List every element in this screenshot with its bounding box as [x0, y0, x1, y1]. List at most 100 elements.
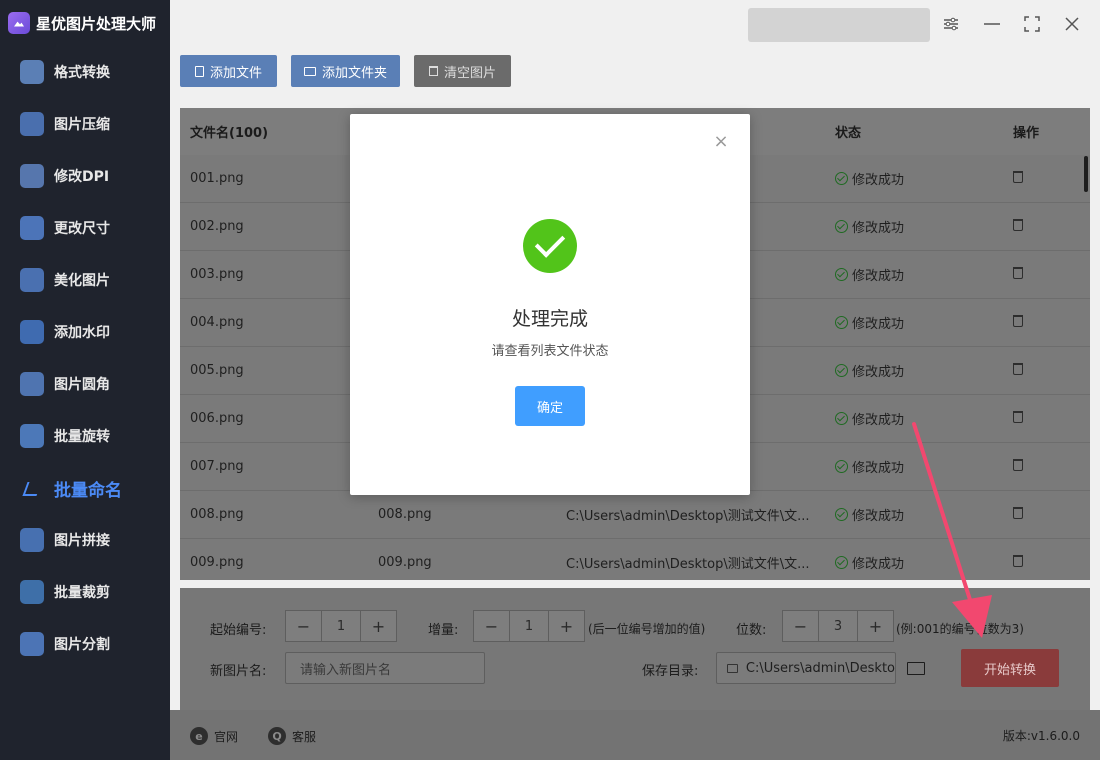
digits-value[interactable]: 3 [818, 611, 858, 641]
sidebar-item-rotate[interactable]: 批量旋转 [0, 410, 170, 462]
status-text: 修改成功 [852, 557, 905, 572]
trash-icon [1013, 266, 1023, 279]
increment-stepper: − 1 + [473, 610, 585, 642]
sidebar-item-beautify[interactable]: 美化图片 [0, 254, 170, 306]
delete-row-button[interactable] [1013, 362, 1023, 379]
sidebar-item-round-corner[interactable]: 图片圆角 [0, 358, 170, 410]
file-icon [194, 65, 204, 77]
status-cell: 修改成功 [835, 265, 904, 284]
website-link[interactable]: e 官网 [190, 727, 238, 745]
folder-icon [727, 663, 738, 673]
sidebar-item-compress[interactable]: 图片压缩 [0, 98, 170, 150]
sidebar-item-watermark[interactable]: 添加水印 [0, 306, 170, 358]
check-circle-icon [835, 220, 848, 233]
add-file-button[interactable]: 添加文件 [180, 55, 277, 87]
check-circle-icon [835, 556, 848, 569]
sidebar-item-resize[interactable]: 更改尺寸 [0, 202, 170, 254]
sidebar-item-label: 批量旋转 [54, 429, 110, 445]
check-circle-icon [835, 172, 848, 185]
header-status: 状态 [835, 126, 862, 141]
confirm-button[interactable]: 确定 [515, 386, 585, 426]
start-plus-button[interactable]: + [361, 611, 396, 641]
beautify-icon [20, 268, 44, 292]
save-dir-field[interactable]: C:\Users\admin\Deskto [716, 652, 896, 684]
filename-cell: 008.png [190, 507, 244, 522]
save-dir-value: C:\Users\admin\Deskto [745, 660, 895, 676]
watermark-icon [20, 320, 44, 344]
add-folder-button[interactable]: 添加文件夹 [291, 55, 400, 87]
delete-row-button[interactable] [1013, 170, 1023, 187]
app-logo-icon [8, 12, 30, 34]
filename-cell: 007.png [190, 459, 244, 474]
trash-icon [1013, 314, 1023, 327]
delete-row-button[interactable] [1013, 410, 1023, 427]
filename-cell: 009.png [190, 555, 244, 570]
completion-dialog: × 处理完成 请查看列表文件状态 确定 [350, 114, 750, 495]
titlebar-search-box[interactable] [748, 8, 930, 42]
support-icon: Q [268, 727, 286, 745]
start-number-value[interactable]: 1 [321, 611, 361, 641]
delete-row-button[interactable] [1013, 266, 1023, 283]
folder-icon [303, 66, 316, 76]
minimize-icon[interactable] [977, 10, 1007, 38]
sidebar-item-label: 批量命名 [54, 480, 122, 501]
sidebar-item-split[interactable]: 图片分割 [0, 618, 170, 670]
delete-row-button[interactable] [1013, 314, 1023, 331]
support-label: 客服 [292, 729, 317, 744]
settings-icon[interactable] [936, 10, 966, 38]
filename-cell: 003.png [190, 267, 244, 282]
add-folder-label: 添加文件夹 [321, 65, 387, 81]
sidebar-item-dpi[interactable]: 修改DPI [0, 150, 170, 202]
status-text: 修改成功 [852, 461, 905, 476]
new-name-label: 新图片名: [210, 664, 267, 679]
sidebar-item-label: 格式转换 [54, 65, 110, 81]
table-scrollbar[interactable] [1084, 156, 1088, 192]
status-text: 修改成功 [852, 269, 905, 284]
trash-icon [1013, 458, 1023, 471]
table-row[interactable]: 008.png 008.png C:\Users\admin\Desktop\测试文… [180, 491, 1090, 539]
dialog-message: 请查看列表文件状态 [491, 344, 609, 359]
increment-plus-button[interactable]: + [549, 611, 584, 641]
sidebar-item-crop[interactable]: 批量裁剪 [0, 566, 170, 618]
status-cell: 修改成功 [835, 409, 904, 428]
delete-row-button[interactable] [1013, 458, 1023, 475]
sidebar-item-format-convert[interactable]: 格式转换 [0, 46, 170, 98]
status-cell: 修改成功 [835, 313, 904, 332]
delete-row-button[interactable] [1013, 218, 1023, 235]
filename-cell: 006.png [190, 411, 244, 426]
filename-cell: 002.png [190, 219, 244, 234]
sidebar-item-label: 图片分割 [54, 637, 110, 653]
digits-plus-button[interactable]: + [858, 611, 893, 641]
increment-value[interactable]: 1 [509, 611, 549, 641]
close-icon[interactable] [1057, 10, 1087, 38]
check-circle-icon [835, 508, 848, 521]
support-link[interactable]: Q 客服 [268, 727, 316, 745]
start-minus-button[interactable]: − [286, 611, 321, 641]
increment-hint: (后一位编号增加的值) [588, 622, 706, 636]
increment-minus-button[interactable]: − [474, 611, 509, 641]
delete-row-button[interactable] [1013, 554, 1023, 571]
dialog-title: 处理完成 [511, 308, 588, 330]
check-circle-icon [835, 268, 848, 281]
table-row[interactable]: 009.png 009.png C:\Users\admin\Desktop\测试文… [180, 539, 1090, 580]
clear-images-button[interactable]: 清空图片 [414, 55, 511, 87]
dialog-close-icon[interactable]: × [712, 131, 730, 152]
website-icon: e [190, 727, 208, 745]
header-filename: 文件名(100) [190, 126, 269, 141]
sidebar-item-label: 图片压缩 [54, 117, 110, 133]
digits-stepper: − 3 + [782, 610, 894, 642]
browse-folder-icon[interactable] [904, 658, 928, 678]
rename-settings-panel: 起始编号: − 1 + 增量: − 1 + (后一位编号增加的值) 位数: − … [180, 588, 1090, 710]
sidebar: 星优图片处理大师 格式转换 图片压缩 修改DPI 更改尺寸 美化图片 添加水印 图片圆角 批量… [0, 0, 170, 760]
sidebar-item-rename[interactable]: 批量命名 [0, 462, 170, 514]
sidebar-item-splice[interactable]: 图片拼接 [0, 514, 170, 566]
digits-minus-button[interactable]: − [783, 611, 818, 641]
sidebar-item-label: 图片拼接 [54, 533, 110, 549]
status-text: 修改成功 [852, 173, 905, 188]
maximize-icon[interactable] [1017, 10, 1047, 38]
footer: e 官网 Q 客服 版本:v1.6.0.0 [170, 710, 1100, 760]
new-name-input[interactable]: 请输入新图片名 [285, 652, 485, 684]
start-convert-button[interactable]: 开始转换 [961, 649, 1059, 687]
delete-row-button[interactable] [1013, 506, 1023, 523]
status-text: 修改成功 [852, 413, 905, 428]
